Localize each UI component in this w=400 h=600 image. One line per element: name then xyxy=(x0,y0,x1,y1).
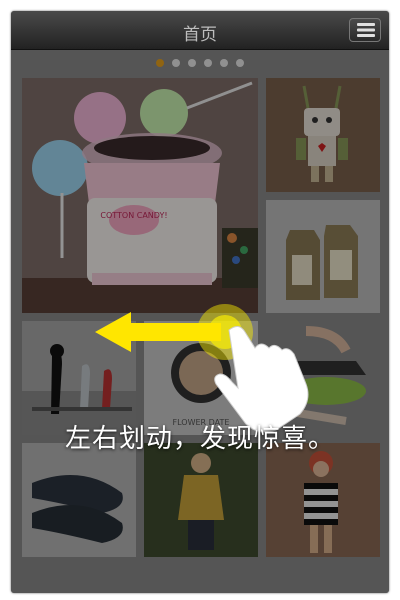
page-dot[interactable] xyxy=(220,59,228,67)
menu-icon xyxy=(357,23,375,37)
page-dot[interactable] xyxy=(188,59,196,67)
yellow-cardigan-image xyxy=(144,443,258,557)
swipe-hint-text: 左右划动，发现惊喜。 xyxy=(64,424,335,454)
tile-robot-doll[interactable] xyxy=(266,78,380,192)
tile-striped-dress[interactable] xyxy=(266,443,380,557)
slippers-image xyxy=(22,443,136,557)
page-indicator xyxy=(11,59,389,69)
tile-yellow-cardigan[interactable] xyxy=(144,443,258,557)
page-dot[interactable] xyxy=(236,59,244,67)
candy-box-label: COTTON CANDY! xyxy=(100,211,167,220)
tea-bags-image xyxy=(266,200,380,313)
page-dot[interactable] xyxy=(156,59,164,67)
robot-doll-image xyxy=(266,78,380,192)
tile-cotton-candy-machine[interactable]: COTTON CANDY! xyxy=(22,78,258,313)
home-grid: COTTON CANDY! FLOWER DATE 左右划动，发现惊喜。 xyxy=(11,50,389,593)
menu-button[interactable] xyxy=(349,18,381,42)
page-title: 首页 xyxy=(183,25,217,45)
app-frame: 首页 COTTON CANDY! FLOWER DATE 左右划动，发现惊喜。 xyxy=(11,11,389,593)
page-dot[interactable] xyxy=(172,59,180,67)
cotton-candy-machine-image: COTTON CANDY! xyxy=(22,78,258,313)
tile-tea-bags[interactable] xyxy=(266,200,380,313)
page-dot[interactable] xyxy=(204,59,212,67)
striped-dress-image xyxy=(266,443,380,557)
tile-slippers[interactable] xyxy=(22,443,136,557)
top-bar: 首页 xyxy=(11,11,389,50)
